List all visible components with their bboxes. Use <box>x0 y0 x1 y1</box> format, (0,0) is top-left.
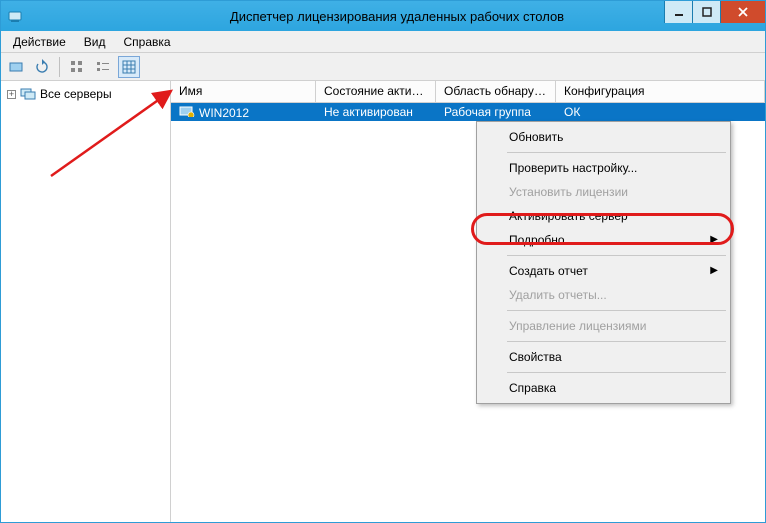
menu-help[interactable]: Справка <box>115 33 178 51</box>
server-icon <box>179 105 195 117</box>
col-name[interactable]: Имя <box>171 81 316 102</box>
ctx-create-report[interactable]: Создать отчет ▶ <box>479 259 728 283</box>
ctx-separator <box>507 255 726 256</box>
toolbar-connect-icon[interactable] <box>5 56 27 78</box>
app-icon <box>7 8 23 24</box>
expand-icon[interactable]: + <box>7 90 16 99</box>
toolbar-view2-icon[interactable] <box>92 56 114 78</box>
ctx-separator <box>507 341 726 342</box>
menubar: Действие Вид Справка <box>1 31 765 53</box>
ctx-refresh[interactable]: Обновить <box>479 125 728 149</box>
toolbar-view3-icon[interactable] <box>118 56 140 78</box>
cell-name: WIN2012 <box>171 104 316 121</box>
col-scope[interactable]: Область обнаруже... <box>436 81 556 102</box>
column-headers: Имя Состояние актива... Область обнаруже… <box>171 81 765 103</box>
cell-config: ОК <box>556 104 765 120</box>
ctx-create-report-label: Создать отчет <box>509 264 588 278</box>
cell-scope: Рабочая группа <box>436 104 556 120</box>
col-state[interactable]: Состояние актива... <box>316 81 436 102</box>
context-menu: Обновить Проверить настройку... Установи… <box>476 121 731 404</box>
minimize-button[interactable] <box>664 1 692 23</box>
ctx-help[interactable]: Справка <box>479 376 728 400</box>
menu-view[interactable]: Вид <box>76 33 114 51</box>
toolbar-refresh-icon[interactable] <box>31 56 53 78</box>
window-title: Диспетчер лицензирования удаленных рабоч… <box>29 9 765 24</box>
tree-root-all-servers[interactable]: + Все серверы <box>5 85 166 103</box>
ctx-delete-reports: Удалить отчеты... <box>479 283 728 307</box>
close-button[interactable] <box>720 1 765 23</box>
ctx-more[interactable]: Подробно ▶ <box>479 228 728 252</box>
toolbar-separator <box>59 57 60 77</box>
content-area: + Все серверы Имя Состояние актива... Об… <box>1 81 765 522</box>
cell-name-text: WIN2012 <box>199 106 249 120</box>
ctx-more-label: Подробно <box>509 233 565 247</box>
main-panel: Имя Состояние актива... Область обнаруже… <box>171 81 765 522</box>
ctx-separator <box>507 152 726 153</box>
sidebar: + Все серверы <box>1 81 171 522</box>
ctx-separator <box>507 310 726 311</box>
toolbar <box>1 53 765 81</box>
submenu-arrow-icon: ▶ <box>710 234 718 245</box>
toolbar-view1-icon[interactable] <box>66 56 88 78</box>
ctx-install-licenses: Установить лицензии <box>479 180 728 204</box>
cell-state: Не активирован <box>316 104 436 120</box>
ctx-properties[interactable]: Свойства <box>479 345 728 369</box>
col-config[interactable]: Конфигурация <box>556 81 765 102</box>
servers-icon <box>20 87 36 101</box>
ctx-separator <box>507 372 726 373</box>
maximize-button[interactable] <box>692 1 720 23</box>
menu-action[interactable]: Действие <box>5 33 74 51</box>
server-row[interactable]: WIN2012 Не активирован Рабочая группа ОК <box>171 103 765 121</box>
ctx-check-setup[interactable]: Проверить настройку... <box>479 156 728 180</box>
tree-root-label: Все серверы <box>40 87 112 101</box>
window-controls <box>664 1 765 23</box>
app-window: Диспетчер лицензирования удаленных рабоч… <box>0 0 766 523</box>
titlebar: Диспетчер лицензирования удаленных рабоч… <box>1 1 765 31</box>
ctx-manage-licenses: Управление лицензиями <box>479 314 728 338</box>
ctx-activate-server[interactable]: Активировать сервер <box>479 204 728 228</box>
submenu-arrow-icon: ▶ <box>710 265 718 276</box>
